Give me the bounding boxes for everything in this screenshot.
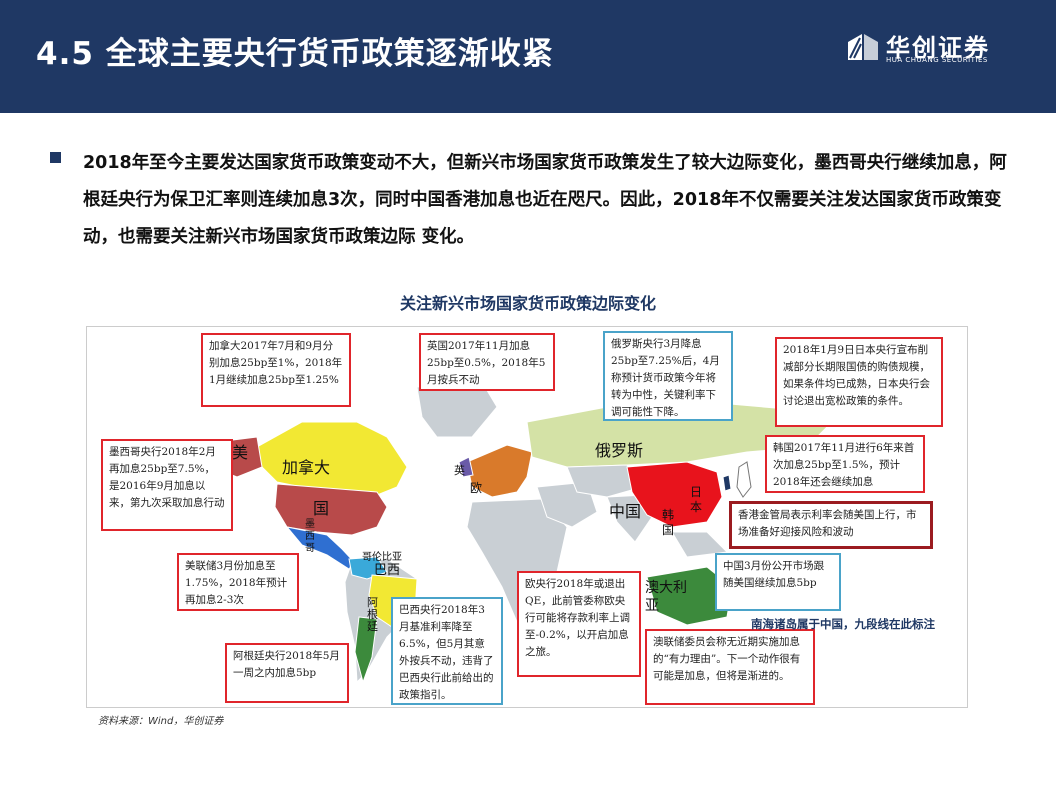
callout-fed: 美联储3月份加息至1.75%，2018年预计再加息2-3次 xyxy=(177,553,299,611)
map-label-korea: 韩国 xyxy=(662,508,675,537)
south-sea-note: 南海诸岛属于中国，九段线在此标注 xyxy=(751,617,935,631)
map-label-russia: 俄罗斯 xyxy=(595,441,644,460)
callout-brazil: 巴西央行2018年3月基准利率降至6.5%，但5月其意外按兵不动，违背了巴西央行… xyxy=(391,597,503,705)
map-label-brazil: 巴西 xyxy=(374,563,401,578)
callout-ecb: 欧央行2018年或退出QE，此前管委称欧央行可能将存款利率上调至-0.2%，以开… xyxy=(517,571,641,677)
logo-mark-icon xyxy=(848,34,878,60)
map-label-japan: 日本 xyxy=(690,485,703,514)
callout-japan: 2018年1月9日日本央行宣布削减部分长期限国债的购债规模，如果条件均已成熟，日… xyxy=(775,337,943,427)
map-label-usa-2: 国 xyxy=(313,499,330,518)
map-label-mexico: 墨西哥 xyxy=(305,519,315,554)
callout-uk: 英国2017年11月加息25bp至0.5%，2018年5月按兵不动 xyxy=(419,333,555,391)
callout-hongkong: 香港金管局表示利率会随美国上行，市场准备好迎接风险和波动 xyxy=(729,501,933,549)
slide-title: 4.5 全球主要央行货币政策逐渐收紧 xyxy=(36,36,554,72)
map-label-usa-1: 美 xyxy=(232,443,249,462)
square-bullet-icon xyxy=(50,152,61,163)
callout-korea: 韩国2017年11月进行6年来首次加息25bp至1.5%，预计2018年还会继续… xyxy=(765,435,925,493)
map-label-eu: 欧 xyxy=(470,481,483,495)
bullet-text: 2018年至今主要发达国家货币政策变动不大，但新兴市场国家货币政策发生了较大边际… xyxy=(83,153,1007,247)
callout-mexico: 墨西哥央行2018年2月再加息25bp至7.5%，是2016年9月加息以来，第九… xyxy=(101,439,233,531)
logo-text-en: HUA CHUANG SECURITIES xyxy=(886,56,988,64)
map-label-canada: 加拿大 xyxy=(282,458,331,477)
world-map-figure: 美 国 加拿大 墨西哥 哥伦比亚 巴西 阿根廷 英 欧 俄罗斯 中国 韩国 日本… xyxy=(86,326,968,708)
callout-argentina: 阿根廷央行2018年5月一周之内加息5bp xyxy=(225,643,349,703)
callout-china: 中国3月份公开市场跟随美国继续加息5bp xyxy=(715,553,841,611)
map-label-argentina: 阿根廷 xyxy=(367,596,378,633)
figure-title: 关注新兴市场国家货币政策边际变化 xyxy=(399,294,656,313)
map-label-uk: 英 xyxy=(454,464,465,477)
map-label-australia: 澳大利亚 xyxy=(645,580,687,614)
company-logo: 华创证券 HUA CHUANG SECURITIES xyxy=(846,30,1016,74)
map-label-china: 中国 xyxy=(609,502,642,521)
callout-canada: 加拿大2017年7月和9月分别加息25bp至1%，2018年1月继续加息25bp… xyxy=(201,333,351,407)
source-note: 资料来源：Wind，华创证券 xyxy=(98,716,224,727)
callout-australia: 澳联储委员会称无近期实施加息的“有力理由”。下一个动作很有可能是加息，但将是渐进… xyxy=(645,629,815,705)
callout-russia: 俄罗斯央行3月降息25bp至7.25%后，4月称预计货币政策今年将转为中性，关键… xyxy=(603,331,733,421)
header-bar: 4.5 全球主要央行货币政策逐渐收紧 华创证券 HUA CHUANG SECUR… xyxy=(0,0,1056,113)
